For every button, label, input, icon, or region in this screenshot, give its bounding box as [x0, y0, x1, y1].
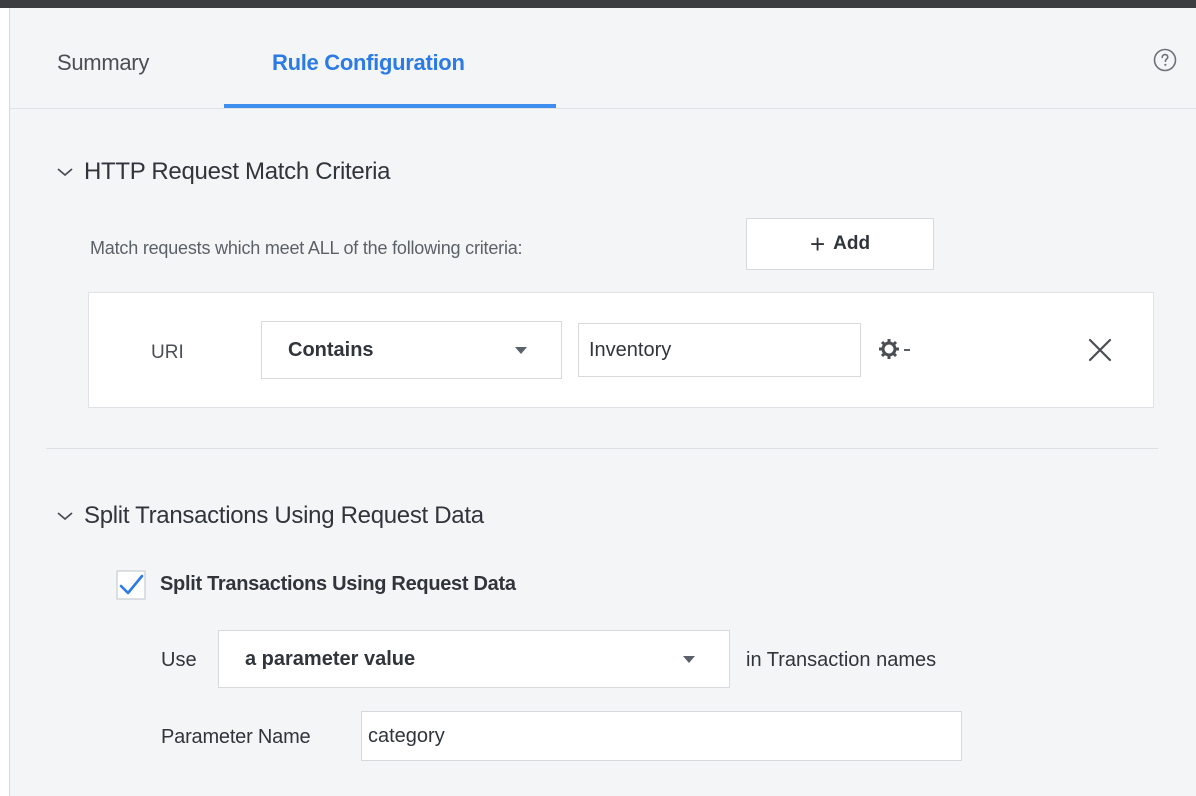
split-transactions-checkbox-label[interactable]: Split Transactions Using Request Data [160, 573, 516, 596]
chevron-down-icon [57, 168, 73, 177]
tab-summary[interactable]: Summary [57, 50, 149, 76]
rule-config-panel: Summary Rule Configuration HTTP Request … [10, 8, 1196, 796]
match-criteria-header[interactable]: HTTP Request Match Criteria [56, 158, 391, 186]
criterion-value-input[interactable] [578, 323, 861, 377]
use-select-value: a parameter value [245, 647, 416, 670]
window-top-bar [0, 0, 1196, 8]
tab-rule-configuration[interactable]: Rule Configuration [272, 50, 465, 76]
match-criteria-title: HTTP Request Match Criteria [84, 158, 391, 185]
active-tab-indicator [224, 104, 556, 108]
criterion-field-label: URI [151, 342, 184, 363]
section-divider [46, 448, 1158, 449]
parameter-name-input[interactable] [361, 711, 962, 761]
plus-icon: + [809, 229, 826, 259]
use-select[interactable]: a parameter value [218, 630, 730, 688]
add-button-label: Add [833, 233, 871, 254]
dropdown-caret-icon [683, 656, 695, 663]
chevron-down-icon [57, 512, 73, 521]
add-criteria-button[interactable]: + Add [746, 218, 934, 270]
left-edge-strip [0, 8, 10, 796]
close-icon[interactable] [1087, 337, 1113, 363]
parameter-name-label: Parameter Name [161, 726, 311, 748]
criteria-row: URI Contains [88, 292, 1154, 408]
operator-select[interactable]: Contains [261, 321, 562, 379]
match-description: Match requests which meet ALL of the fol… [90, 238, 523, 258]
transaction-names-suffix: in Transaction names [746, 649, 937, 671]
operator-select-value: Contains [288, 338, 374, 361]
help-circle-icon[interactable] [1153, 48, 1177, 72]
split-transactions-checkbox[interactable] [116, 570, 146, 600]
tab-bar: Summary Rule Configuration [10, 8, 1196, 109]
split-transactions-title: Split Transactions Using Request Data [84, 502, 484, 529]
gear-icon[interactable] [877, 337, 923, 361]
dropdown-caret-icon [515, 347, 527, 354]
split-transactions-header[interactable]: Split Transactions Using Request Data [56, 502, 484, 530]
use-label: Use [161, 649, 197, 671]
